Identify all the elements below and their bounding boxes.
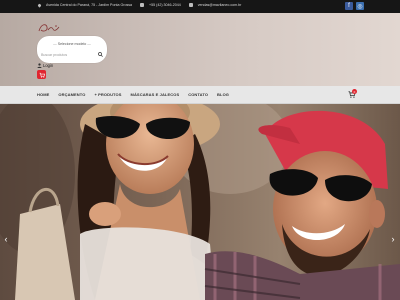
hero-image xyxy=(0,104,400,300)
user-icon xyxy=(37,63,42,68)
facebook-icon[interactable]: f xyxy=(345,2,353,10)
search-input[interactable] xyxy=(41,51,93,58)
site-header: — Selecione modelo — Login xyxy=(0,13,400,86)
nav-item-orcamento[interactable]: ORÇAMENTO xyxy=(58,92,85,97)
logo[interactable] xyxy=(37,21,61,33)
slider-next-arrow[interactable]: › xyxy=(389,234,397,244)
logo-mark xyxy=(38,24,60,32)
contact-info: Avenida Central do Paraná, 75 - Jardim P… xyxy=(37,2,242,8)
nav-item-home[interactable]: HOME xyxy=(37,92,49,97)
hero-slider: ‹ › xyxy=(0,104,400,300)
top-bar: Avenida Central do Paraná, 75 - Jardim P… xyxy=(0,0,400,13)
nav-item-produtos[interactable]: + PRODUTOS xyxy=(94,92,121,97)
search-icon[interactable] xyxy=(98,52,103,57)
instagram-icon[interactable]: ◎ xyxy=(356,2,364,10)
social-links: f ◎ xyxy=(345,2,364,10)
nav-item-mascaras-jalecos[interactable]: MÁSCARAS E JALECOS xyxy=(131,92,180,97)
slider-prev-arrow[interactable]: ‹ xyxy=(2,234,10,244)
address-text: Avenida Central do Paraná, 75 - Jardim P… xyxy=(46,3,133,7)
nav-item-blog[interactable]: BLOG xyxy=(217,92,229,97)
location-icon xyxy=(37,2,42,8)
search-box: — Selecione modelo — xyxy=(37,36,107,63)
cart-button[interactable] xyxy=(37,70,46,79)
model-select-label: Selecione modelo xyxy=(57,41,87,46)
login-label: Login xyxy=(43,63,54,68)
nav-item-contato[interactable]: CONTATO xyxy=(188,92,208,97)
phone-icon xyxy=(140,3,145,7)
nav-menu: HOME ORÇAMENTO + PRODUTOS MÁSCARAS E JAL… xyxy=(37,92,229,97)
login-link[interactable]: Login xyxy=(37,63,53,68)
email-icon xyxy=(188,3,193,7)
model-select[interactable]: — Selecione modelo — xyxy=(43,40,101,47)
cart-icon xyxy=(39,72,45,78)
main-nav: HOME ORÇAMENTO + PRODUTOS MÁSCARAS E JAL… xyxy=(0,86,400,104)
email-text[interactable]: vendas@mavilaneo.com.br xyxy=(198,3,242,7)
cart-count-badge: 0 xyxy=(352,89,357,94)
phone-text[interactable]: +55 (42) 3046-2044 xyxy=(149,3,181,7)
